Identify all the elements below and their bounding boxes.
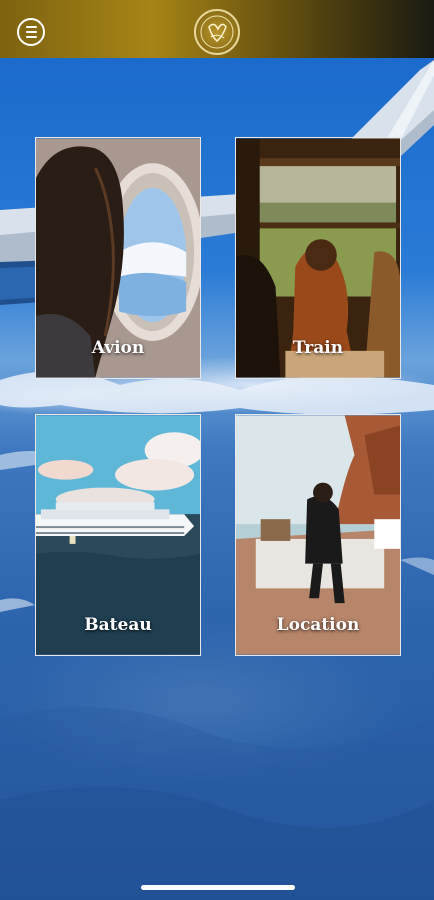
category-card-location[interactable]: Location: [235, 414, 401, 656]
category-card-bateau[interactable]: Bateau: [35, 414, 201, 656]
card-label-location: Location: [276, 615, 360, 635]
category-card-train[interactable]: Train: [235, 137, 401, 379]
category-card-avion[interactable]: Avion: [35, 137, 201, 379]
card-label-avion: Avion: [91, 338, 145, 358]
card-label-train: Train: [292, 338, 344, 358]
brand-logo-emblem[interactable]: [194, 9, 240, 55]
hamburger-menu-icon[interactable]: [17, 18, 45, 46]
app-header: [0, 0, 434, 58]
card-label-bateau: Bateau: [84, 615, 152, 635]
home-indicator-bar[interactable]: [141, 885, 295, 890]
